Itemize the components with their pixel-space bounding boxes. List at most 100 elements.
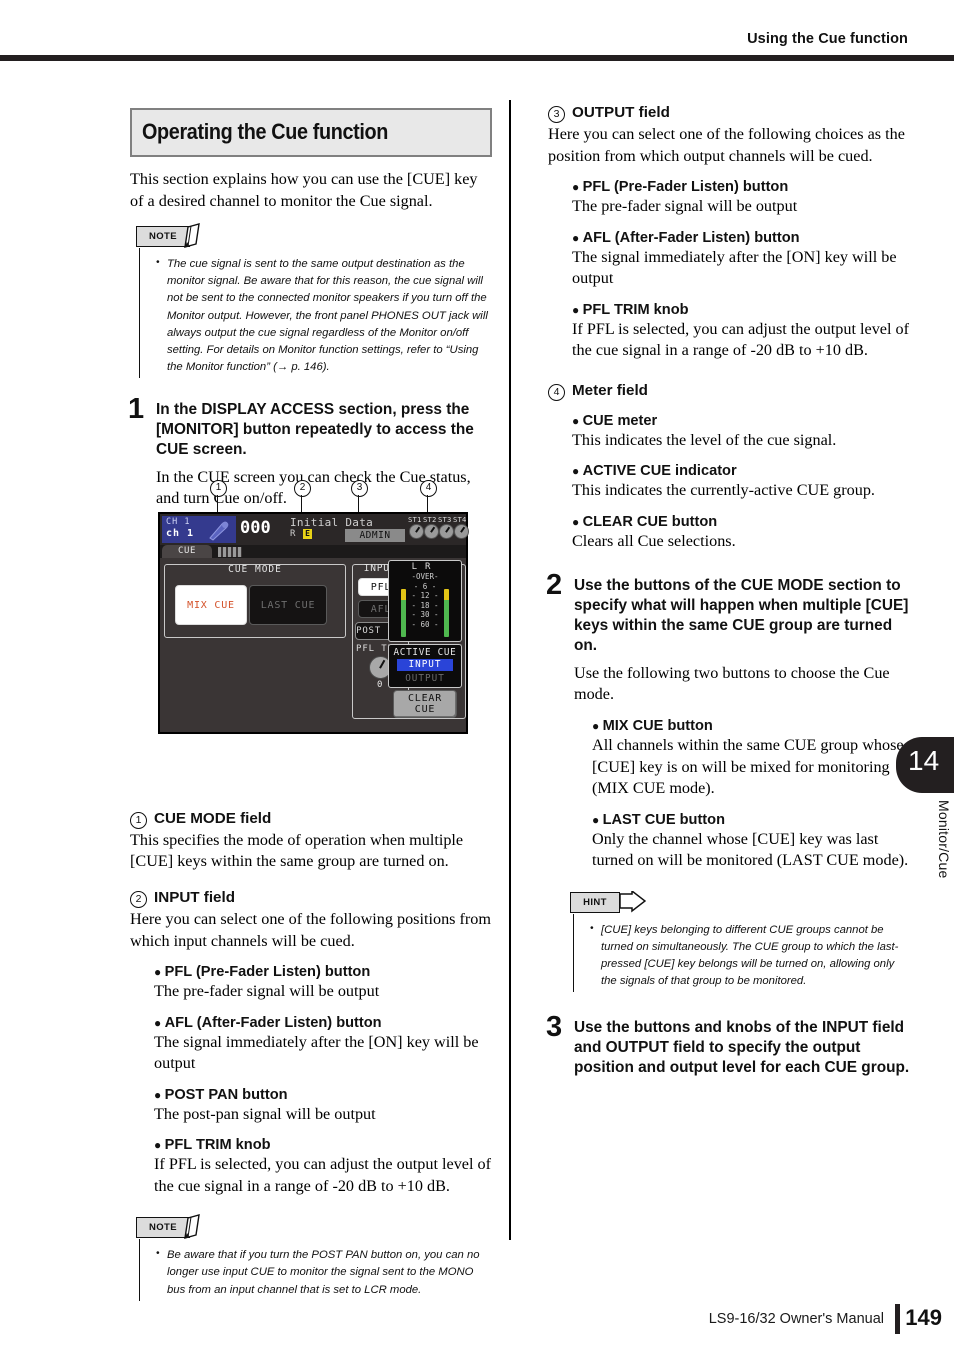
field-3-title: OUTPUT field [572,104,670,121]
field-2-title: INPUT field [154,888,236,906]
bullet-desc: The pre-fader signal will be output [572,197,798,216]
step-2-title: Use the buttons of the CUE MODE section … [574,577,909,655]
field-3-body: Here you can select one of the following… [548,125,905,165]
bullet-desc: If PFL is selected, you can adjust the o… [154,1155,492,1195]
bullet-mix-cue: MIX CUE button All channels within the s… [592,718,912,800]
bullet-desc: This indicates the currently-active CUE … [572,481,875,500]
field-cue-mode: 1 CUE MODE field This specifies the mode… [130,810,492,873]
circle-number-1: 1 [130,811,147,829]
footer-page-number: 149 [905,1305,942,1330]
meter-scale: -OVER- - 6 - - 12 - - 18 - - 30 - - 60 - [389,572,461,630]
lcd-status-bar: CH 1 ch 1 000 Initial Data R E ADMIN ST1… [160,514,469,545]
field-output: 3 OUTPUT field Here you can select one o… [548,104,912,362]
bullet-title: AFL (After-Fader Listen) button [154,1015,492,1031]
arrow-right-icon [620,890,646,913]
step-1-title: In the DISPLAY ACCESS section, press the… [156,401,474,458]
bullet-title: LAST CUE button [592,812,912,828]
st4-knob[interactable] [454,524,469,539]
field-2-body: Here you can select one of the following… [130,909,491,950]
microphone-icon [209,521,229,541]
mix-cue-button[interactable]: MIX CUE [175,585,247,625]
st3-knob[interactable] [439,524,454,539]
bullet-pfl: PFL (Pre-Fader Listen) button The pre-fa… [154,964,492,1003]
bullet-desc: The post-pan signal will be output [154,1104,376,1123]
figure-callout-2: 2 [294,480,311,497]
manual-page: Using the Cue function Operating the Cue… [0,0,954,1351]
cue-mode-title: CUE MODE [228,564,282,575]
circle-number-2: 2 [130,890,147,908]
page-footer: LS9-16/32 Owner's Manual 149 [0,1281,954,1351]
step-3-number: 3 [546,1011,563,1044]
scene-edit-flag: E [303,529,312,539]
page-header-title: Using the Cue function [747,31,908,47]
hint-text: [CUE] keys belonging to different CUE gr… [590,921,912,991]
figure-callout-1: 1 [210,480,227,497]
bullet-title: AFL (After-Fader Listen) button [572,230,912,246]
bullet-cue-meter: CUE meter This indicates the level of th… [572,413,912,452]
scene-number: 000 [240,518,271,538]
bullet-desc: The signal immediately after the [ON] ke… [572,247,897,288]
bullet-desc: All channels within the same CUE group w… [592,736,904,798]
lcd-tab-row: CUE [160,545,466,558]
bullet-title: POST PAN button [154,1087,492,1103]
chapter-number: 14 [908,745,940,776]
section-heading-text: Operating the Cue function [142,119,389,144]
meter-tick: - 12 - [411,591,439,601]
bullet-title: ACTIVE CUE indicator [572,463,912,479]
meter-lr-labels: LR [411,562,439,572]
meter-tick: - 6 - [413,581,437,591]
bullet-desc: The signal immediately after the [ON] ke… [154,1032,479,1073]
bullet-pfl: PFL (Pre-Fader Listen) button The pre-fa… [572,179,912,218]
step-2: 2 Use the buttons of the CUE MODE sectio… [546,571,912,871]
cue-mode-group: CUE MODE MIX CUE LAST CUE [164,564,346,638]
bullet-title: PFL (Pre-Fader Listen) button [154,964,492,980]
user-level-badge[interactable]: ADMIN [345,529,405,542]
column-divider [509,100,511,1240]
footer-divider [895,1304,900,1334]
meter-tick: -OVER- [411,572,439,581]
input-trim-value: 0 [377,680,383,690]
clear-cue-line2: CUE [414,704,436,715]
cue-meter: LR -OVER- - 6 - - 12 - - 18 - - 30 - - 6… [388,560,462,642]
field-1-title: CUE MODE field [154,809,272,827]
bullet-desc: Only the channel whose [CUE] key was las… [592,829,909,870]
lcd-screen: CH 1 ch 1 000 Initial Data R E ADMIN ST1… [158,512,469,734]
bullet-pfl-trim: PFL TRIM knob If PFL is selected, you ca… [154,1137,492,1197]
channel-badge[interactable]: CH 1 ch 1 [162,516,236,543]
meter-tick: - 30 - [411,610,439,620]
last-cue-button[interactable]: LAST CUE [249,585,327,625]
tab-indicator-bars [218,547,242,557]
bullet-active-cue: ACTIVE CUE indicator This indicates the … [572,463,912,502]
section-heading-box: Operating the Cue function [130,108,492,157]
footer-manual-title: LS9-16/32 Owner's Manual [708,1311,884,1327]
intro-paragraph: This section explains how you can use th… [130,170,478,210]
meter-bar-right [444,589,449,637]
bullet-title: PFL (Pre-Fader Listen) button [572,179,912,195]
meter-bar-left [401,589,406,637]
step-3: 3 Use the buttons and knobs of the INPUT… [546,1013,912,1078]
pencil-icon [184,223,200,249]
active-cue-title: ACTIVE CUE [393,647,457,658]
bullet-afl: AFL (After-Fader Listen) button The sign… [154,1015,492,1075]
note-callout-1: NOTE The cue signal is sent to the same … [136,223,492,379]
step-2-number: 2 [546,569,563,602]
step-1-number: 1 [128,393,145,426]
st2-knob[interactable] [424,524,439,539]
lcd-main-area: CUE MODE MIX CUE LAST CUE INPUT OUTPUT P… [160,558,466,732]
meter-tick: - 60 - [411,619,439,629]
clear-cue-button[interactable]: CLEAR CUE [393,690,457,718]
st1-label: ST1 [408,515,422,524]
step-3-title: Use the buttons and knobs of the INPUT f… [574,1019,910,1077]
bullet-pfl-trim: PFL TRIM knob If PFL is selected, you ca… [572,302,912,362]
bullet-desc: Clears all Cue selections. [572,531,736,550]
scene-name: Initial Data [290,516,374,529]
field-1-body: This specifies the mode of operation whe… [130,830,464,871]
st1-knob[interactable] [409,524,424,539]
cue-screen-figure: 1 2 3 4 CH 1 ch 1 000 Initial Data R E A… [158,480,470,755]
bullet-title: CLEAR CUE button [572,514,912,530]
step-2-desc: Use the following two buttons to choose … [574,663,890,704]
st3-label: ST3 [438,515,452,524]
bullet-desc: The pre-fader signal will be output [154,982,380,1001]
tab-cue[interactable]: CUE [162,545,212,558]
channel-name: ch 1 [166,528,195,539]
